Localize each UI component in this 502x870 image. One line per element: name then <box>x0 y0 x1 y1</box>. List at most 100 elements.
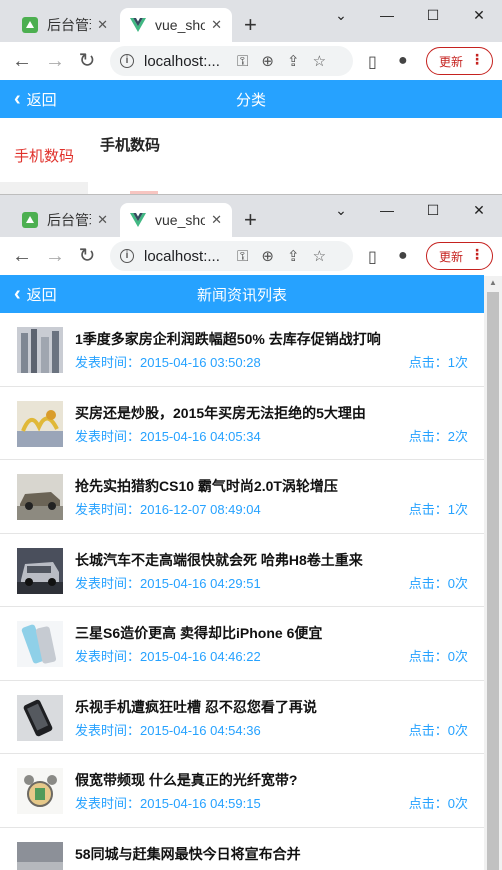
news-item[interactable]: 买房还是炒股，2015年买房无法拒绝的5大理由 发表时间：2015-04-16 … <box>0 387 484 460</box>
news-clicks: 点击：0次 <box>408 575 468 591</box>
menu-icon[interactable]: ⋮ <box>470 51 484 68</box>
window-close-icon[interactable]: ✕ <box>456 0 502 30</box>
sidebar-icon[interactable]: ▯ <box>368 247 377 267</box>
tab-strip: 后台管理 ✕ vue_shop ✕ + ⌄ — ☐ ✕ <box>0 195 502 237</box>
scroll-up-arrow-icon[interactable]: ▲ <box>489 278 497 287</box>
reload-icon[interactable]: ↻ <box>76 50 98 72</box>
news-clicks: 点击：0次 <box>408 649 468 664</box>
news-thumbnail <box>17 768 63 814</box>
tab-title: vue_shop <box>155 17 205 33</box>
close-icon[interactable]: ✕ <box>97 212 108 228</box>
news-thumbnail <box>17 694 63 741</box>
address-bar[interactable]: i localhost:... ⚿ ⊕ ⇪ ☆ <box>110 241 353 271</box>
news-clicks: 点击：0次 <box>408 796 468 811</box>
scrollbar[interactable]: ▲ <box>484 276 502 870</box>
share-icon[interactable]: ⇪ <box>287 52 300 70</box>
app-header: ‹ 返回 分类 <box>0 80 502 118</box>
close-icon[interactable]: ✕ <box>211 17 222 33</box>
profile-icon[interactable]: ● <box>398 52 408 70</box>
window-close-icon[interactable]: ✕ <box>456 195 502 225</box>
news-list: 1季度多家房企利润跌幅超50% 去库存促销战打响 发表时间：2015-04-16… <box>0 313 484 870</box>
news-item[interactable]: 三星S6造价更高 卖得却比iPhone 6便宜 发表时间：2015-04-16 … <box>0 607 484 681</box>
new-tab-button[interactable]: + <box>244 12 257 38</box>
news-clicks: 点击：1次 <box>408 502 468 517</box>
news-item[interactable]: 58同城与赶集网最快今日将宣布合并 <box>0 828 484 870</box>
update-button[interactable]: 更新 ⋮ <box>426 47 493 75</box>
app-favicon-icon <box>22 212 38 228</box>
tab-admin[interactable]: 后台管理 ✕ <box>12 203 118 237</box>
news-time: 发表时间：2015-04-16 04:59:15 <box>75 796 261 811</box>
chevron-down-icon[interactable]: ⌄ <box>318 195 364 225</box>
tab-title: vue_shop <box>155 212 206 228</box>
reload-icon[interactable]: ↻ <box>76 245 98 267</box>
minimize-icon[interactable]: — <box>364 0 410 30</box>
news-item[interactable]: 长城汽车不走高端很快就会死 哈弗H8卷土重来 发表时间：2015-04-16 0… <box>0 534 484 607</box>
url-text: localhost:... <box>144 247 220 265</box>
tab-vue-shop[interactable]: vue_shop ✕ <box>120 8 232 42</box>
tab-admin[interactable]: 后台管理 ✕ <box>12 8 118 42</box>
address-bar[interactable]: i localhost:... ⚿ ⊕ ⇪ ☆ <box>110 46 353 76</box>
minimize-icon[interactable]: — <box>364 195 410 225</box>
category-sidebar-next[interactable] <box>0 182 88 194</box>
info-icon[interactable]: i <box>120 54 134 68</box>
new-tab-button[interactable]: + <box>244 207 257 233</box>
tab-title: 后台管理 <box>47 212 91 228</box>
star-icon[interactable]: ☆ <box>313 52 326 70</box>
news-time: 发表时间：2015-04-16 04:54:36 <box>75 722 261 738</box>
news-thumbnail <box>17 474 63 520</box>
news-item[interactable]: 乐视手机遭疯狂吐槽 忍不忍您看了再说 发表时间：2015-04-16 04:54… <box>0 681 484 754</box>
news-title: 买房还是炒股，2015年买房无法拒绝的5大理由 <box>75 404 366 421</box>
back-button[interactable]: ‹ 返回 <box>14 80 57 118</box>
vue-logo-icon <box>130 213 146 227</box>
back-arrow-icon[interactable]: ← <box>11 50 33 72</box>
news-item[interactable]: 假宽带频现 什么是真正的光纤宽带? 发表时间：2015-04-16 04:59:… <box>0 754 484 828</box>
category-item-active[interactable]: 手机数码 <box>14 145 74 166</box>
back-arrow-icon[interactable]: ← <box>11 245 33 267</box>
back-button[interactable]: ‹ 返回 <box>14 275 57 313</box>
tab-title: 后台管理 <box>47 17 91 33</box>
chevron-left-icon: ‹ <box>14 283 21 305</box>
update-button[interactable]: 更新 ⋮ <box>426 242 493 270</box>
url-text: localhost:... <box>144 52 220 70</box>
zoom-icon[interactable]: ⊕ <box>261 52 274 70</box>
news-time: 发表时间：2015-04-16 04:46:22 <box>75 649 261 664</box>
forward-arrow-icon[interactable]: → <box>44 50 66 72</box>
maximize-icon[interactable]: ☐ <box>410 0 456 30</box>
forward-arrow-icon[interactable]: → <box>44 245 66 267</box>
share-icon[interactable]: ⇪ <box>287 247 300 265</box>
key-icon[interactable]: ⚿ <box>237 248 248 265</box>
chevron-down-icon[interactable]: ⌄ <box>318 0 364 30</box>
maximize-icon[interactable]: ☐ <box>410 195 456 225</box>
browser-toolbar: ← → ↻ i localhost:... ⚿ ⊕ ⇪ ☆ ▯ ● 更新 ⋮ <box>0 42 502 80</box>
news-title: 乐视手机遭疯狂吐槽 忍不忍您看了再说 <box>75 698 317 715</box>
browser-toolbar: ← → ↻ i localhost:... ⚿ ⊕ ⇪ ☆ ▯ ● 更新 ⋮ <box>0 237 502 275</box>
close-icon[interactable]: ✕ <box>97 17 108 33</box>
scrollbar-thumb[interactable] <box>487 292 499 870</box>
info-icon[interactable]: i <box>120 249 134 263</box>
tab-strip: 后台管理 ✕ vue_shop ✕ + ⌄ — ☐ ✕ <box>0 0 502 42</box>
news-thumbnail <box>17 327 63 373</box>
news-thumbnail <box>17 621 63 667</box>
chevron-left-icon: ‹ <box>14 88 21 110</box>
news-title: 长城汽车不走高端很快就会死 哈弗H8卷土重来 <box>75 551 363 568</box>
close-icon[interactable]: ✕ <box>211 212 222 228</box>
news-title: 抢先实拍猎豹CS10 霸气时尚2.0T涡轮增压 <box>75 478 338 494</box>
news-title: 1季度多家房企利润跌幅超50% 去库存促销战打响 <box>75 331 381 347</box>
update-label: 更新 <box>439 54 464 69</box>
tab-vue-shop[interactable]: vue_shop ✕ <box>120 203 232 237</box>
page-title: 新闻资讯列表 <box>196 286 287 304</box>
news-item[interactable]: 抢先实拍猎豹CS10 霸气时尚2.0T涡轮增压 发表时间：2016-12-07 … <box>0 460 484 534</box>
menu-icon[interactable]: ⋮ <box>470 246 484 263</box>
sidebar-icon[interactable]: ▯ <box>368 52 377 72</box>
news-item[interactable]: 1季度多家房企利润跌幅超50% 去库存促销战打响 发表时间：2015-04-16… <box>0 313 484 387</box>
app-header: ‹ 返回 新闻资讯列表 <box>0 275 484 313</box>
star-icon[interactable]: ☆ <box>313 247 326 265</box>
key-icon[interactable]: ⚿ <box>237 53 248 70</box>
news-clicks: 点击：0次 <box>408 722 468 738</box>
browser-window-news: 后台管理 ✕ vue_shop ✕ + ⌄ — ☐ ✕ ← → ↻ i loca… <box>0 195 502 870</box>
zoom-icon[interactable]: ⊕ <box>261 247 274 265</box>
news-time: 发表时间：2015-04-16 04:05:34 <box>75 428 261 444</box>
news-title: 58同城与赶集网最快今日将宣布合并 <box>75 845 301 862</box>
browser-window-category: 后台管理 ✕ vue_shop ✕ + ⌄ — ☐ ✕ ← → ↻ i loca… <box>0 0 502 195</box>
profile-icon[interactable]: ● <box>398 247 408 265</box>
